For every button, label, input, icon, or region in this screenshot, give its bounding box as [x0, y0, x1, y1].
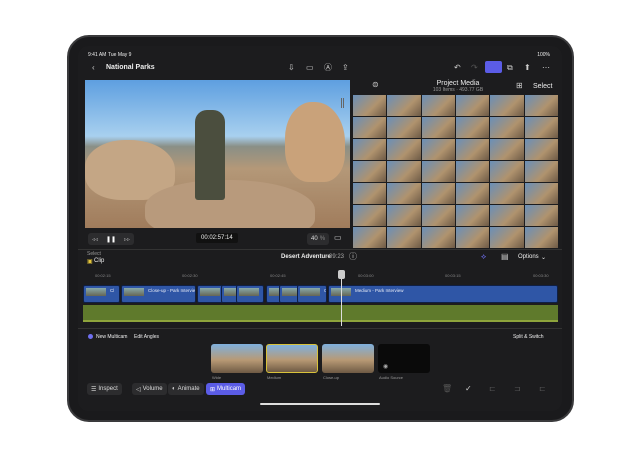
volume-label: Volume	[142, 386, 163, 392]
animate-icon: ◐	[172, 386, 176, 392]
chevron-down-icon: ⌄	[541, 255, 547, 261]
trash-icon[interactable]: 🗑	[442, 384, 452, 394]
resize-handle[interactable]	[341, 98, 344, 108]
rewind-icon[interactable]: ◃◃	[92, 236, 98, 243]
volume-icon: ◁	[136, 386, 141, 393]
options-button[interactable]: Options	[518, 254, 539, 260]
status-date: Tue May 9	[108, 52, 132, 58]
volume-button[interactable]: ◁ Volume	[132, 383, 167, 395]
snapping-icon[interactable]: ⟡	[481, 252, 486, 262]
info-icon[interactable]: ⓘ	[349, 252, 357, 262]
select-button[interactable]: Select	[533, 83, 552, 90]
ruler-tick: 00:03:30	[533, 273, 549, 278]
filter-icon[interactable]: ⊜	[372, 80, 379, 90]
angle-close-up[interactable]	[322, 344, 374, 373]
angle-audio-source[interactable]: ◉	[378, 344, 430, 373]
camera-icon[interactable]: ▭	[306, 63, 314, 73]
back-icon[interactable]: ‹	[92, 63, 95, 73]
edit-angles-button[interactable]: Edit Angles	[134, 334, 159, 340]
angle-label: Audio Source	[379, 375, 404, 380]
ruler-tick: 00:03:15	[445, 273, 461, 278]
timeline-clip[interactable]: Medium - Park Interview	[328, 285, 558, 303]
timeline-clip[interactable]: Cl	[297, 285, 327, 303]
share-icon[interactable]: ⇪	[342, 63, 349, 73]
checkmark-icon[interactable]: ✓	[465, 384, 472, 394]
zoom-level[interactable]: 40%	[307, 233, 330, 245]
ruler-tick: 00:02:45	[270, 273, 286, 278]
trim-start-icon[interactable]: ⊐	[514, 384, 521, 394]
angle-wide[interactable]	[211, 344, 263, 373]
inspect-icon: ☰	[91, 386, 97, 393]
angle-label: Medium	[267, 375, 282, 380]
pause-icon[interactable]: ❚❚	[106, 236, 116, 243]
redo-icon[interactable]: ↷	[471, 63, 478, 73]
timeline-clip[interactable]	[236, 285, 264, 303]
timeline-clip[interactable]: Cl	[83, 285, 120, 303]
multicam-button[interactable]: ⊞ Multicam	[206, 383, 246, 395]
zoom-unit: %	[319, 236, 326, 242]
angle-label: Wide	[212, 375, 222, 380]
select-label: Select	[87, 251, 101, 257]
new-multicam-button[interactable]: New Multicam	[96, 334, 127, 340]
clip-mode-icon: ▣	[87, 259, 93, 265]
multicam-label: Multicam	[217, 386, 242, 392]
audio-track[interactable]	[83, 305, 558, 322]
timecode: 00:02:57:14	[196, 233, 238, 243]
project-title: National Parks	[106, 64, 155, 71]
project-name: Desert Adventure	[281, 254, 331, 260]
ruler-tick: 00:03:00	[358, 273, 374, 278]
viewer-options-icon[interactable]: ▭	[334, 233, 342, 243]
project-duration: 09:23	[329, 254, 345, 260]
voiceover-icon[interactable]: Ⓐ	[324, 63, 332, 73]
switch-mode-dropdown[interactable]: Split & Switch	[513, 334, 544, 340]
forward-icon[interactable]: ▹▹	[124, 236, 130, 243]
inspect-label: Inspect	[98, 386, 118, 392]
trim-end-icon[interactable]: ⊏	[539, 384, 546, 394]
undo-icon[interactable]: ↶	[454, 63, 461, 73]
ruler-tick: 00:02:15	[95, 273, 111, 278]
grid-icon[interactable]: ⊞	[516, 81, 523, 91]
battery: 100%	[537, 52, 550, 58]
angle-label: Close-up	[323, 375, 340, 380]
multicam-dot-icon	[88, 334, 93, 339]
multicam-icon: ⊞	[210, 386, 216, 393]
animate-label: Animate	[177, 386, 200, 392]
audio-lanes-icon[interactable]: ▤	[501, 252, 509, 262]
angle-medium[interactable]	[266, 344, 318, 373]
inspect-button[interactable]: ☰ Inspect	[87, 383, 122, 395]
split-icon[interactable]: ⊏	[489, 384, 496, 394]
export-icon[interactable]: ⬆	[524, 63, 531, 73]
import-icon[interactable]: ⇩	[288, 63, 295, 73]
clip-mode[interactable]: Clip	[94, 258, 104, 264]
playhead-handle[interactable]	[338, 270, 345, 279]
video-viewer[interactable]	[85, 80, 350, 228]
ruler-tick: 00:02:30	[182, 273, 198, 278]
timeline-clip[interactable]: Close-up - Park Interview	[121, 285, 196, 303]
zoom-value: 40	[311, 236, 318, 242]
browser-subtitle: 103 Items · 493.77 GB	[432, 87, 484, 93]
photos-icon[interactable]: ⧉	[507, 63, 513, 73]
eye-icon: ◉	[383, 364, 389, 370]
home-indicator[interactable]	[260, 403, 380, 405]
browser-title: Project Media	[436, 80, 480, 87]
status-time: 9:41 AM	[88, 52, 107, 58]
more-icon[interactable]: ⋯	[542, 63, 550, 73]
animate-button[interactable]: ◐ Animate	[168, 383, 204, 395]
media-grid[interactable]	[353, 95, 558, 248]
screen: 9:41 AM Tue May 9 100% ‹ National Parks …	[78, 46, 562, 411]
media-browser-button[interactable]	[485, 61, 502, 73]
